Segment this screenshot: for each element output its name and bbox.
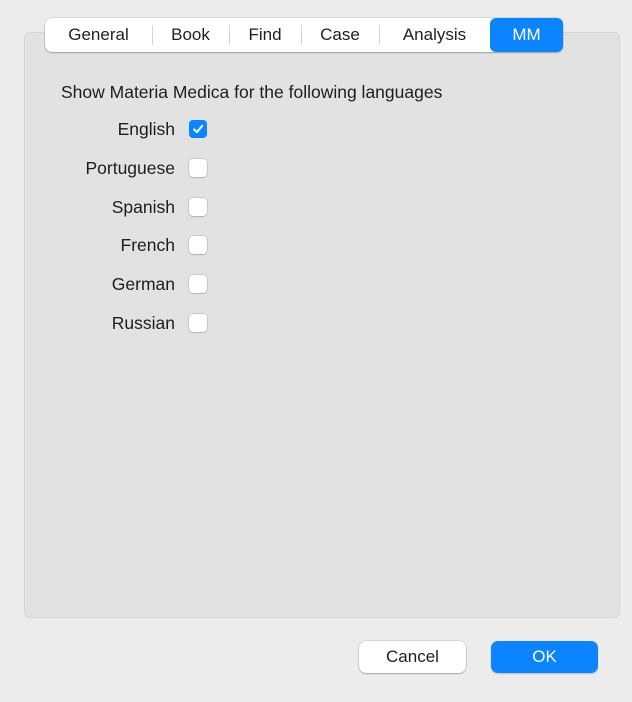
language-row-german: German xyxy=(40,273,240,295)
language-label: Spanish xyxy=(111,197,175,217)
checkmark-icon xyxy=(193,124,204,134)
ok-button[interactable]: OK xyxy=(491,641,598,673)
language-row-russian: Russian xyxy=(40,312,240,334)
portuguese-checkbox[interactable] xyxy=(189,159,207,177)
tab-mm[interactable]: MM xyxy=(490,18,563,52)
tab-general[interactable]: General xyxy=(45,18,152,52)
spanish-checkbox[interactable] xyxy=(189,198,207,216)
preferences-tab-bar: General Book Find Case Analysis MM xyxy=(45,18,563,52)
preferences-dialog: General Book Find Case Analysis MM Show … xyxy=(0,0,632,702)
language-row-spanish: Spanish xyxy=(40,196,240,218)
language-row-english: English xyxy=(40,118,240,140)
tab-case[interactable]: Case xyxy=(301,18,379,52)
language-label: Russian xyxy=(111,313,175,333)
language-label: German xyxy=(111,274,175,294)
tab-find[interactable]: Find xyxy=(229,18,301,52)
german-checkbox[interactable] xyxy=(189,275,207,293)
language-label: Portuguese xyxy=(85,158,175,178)
french-checkbox[interactable] xyxy=(189,236,207,254)
tab-analysis[interactable]: Analysis xyxy=(379,18,490,52)
language-label: English xyxy=(117,119,175,139)
language-row-french: French xyxy=(40,234,240,256)
cancel-button[interactable]: Cancel xyxy=(359,641,466,673)
russian-checkbox[interactable] xyxy=(189,314,207,332)
language-row-portuguese: Portuguese xyxy=(40,157,240,179)
english-checkbox[interactable] xyxy=(189,120,207,138)
languages-heading: Show Materia Medica for the following la… xyxy=(61,82,443,102)
language-label: French xyxy=(120,235,175,255)
tab-book[interactable]: Book xyxy=(152,18,229,52)
